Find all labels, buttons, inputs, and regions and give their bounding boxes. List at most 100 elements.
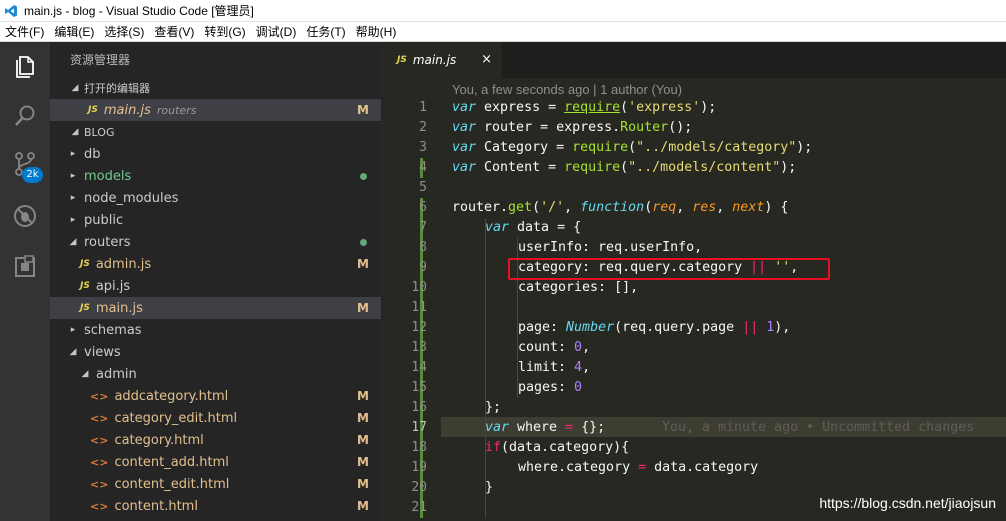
- menu-tasks[interactable]: 任务(T): [301, 22, 350, 42]
- code-line-7[interactable]: var data = {: [485, 218, 581, 238]
- html-file-icon: <>: [90, 455, 109, 469]
- extensions-icon[interactable]: [11, 253, 39, 281]
- tree-file-addcategory-html[interactable]: <> addcategory.html M: [50, 385, 381, 407]
- line-number: 15: [411, 380, 427, 395]
- code-line-13[interactable]: count: 0,: [518, 338, 590, 358]
- code-line-4[interactable]: var Content = require("../models/content…: [452, 158, 796, 178]
- code-line-17[interactable]: var where = {};: [485, 418, 605, 438]
- line-number: 20: [411, 480, 427, 495]
- code-line-12[interactable]: page: Number(req.query.page || 1),: [518, 318, 790, 338]
- code-line-18[interactable]: if(data.category){: [485, 438, 629, 458]
- chevron-right-icon: ▸: [70, 325, 76, 335]
- line-number: 5: [419, 180, 427, 195]
- menu-file[interactable]: 文件(F): [0, 22, 49, 42]
- code-line-6[interactable]: router.get('/', function(req, res, next)…: [452, 198, 788, 218]
- chevron-down-icon: ◢: [69, 347, 77, 357]
- modified-dot: [360, 172, 367, 180]
- code-line-10[interactable]: categories: [],: [518, 278, 638, 298]
- html-file-icon: <>: [90, 411, 109, 425]
- menu-go[interactable]: 转到(G): [199, 22, 250, 42]
- tree-file-content-edit-html[interactable]: <> content_edit.html M: [50, 473, 381, 495]
- tree-file-content-html[interactable]: <> content.html M: [50, 495, 381, 517]
- code-line-14[interactable]: limit: 4,: [518, 358, 590, 378]
- title-bar: main.js - blog - Visual Studio Code [管理员…: [0, 0, 1006, 22]
- tree-folder-admin[interactable]: ◢ admin: [50, 363, 381, 385]
- chevron-right-icon: ▸: [70, 149, 76, 159]
- inline-git-blame: You, a minute ago • Uncommitted changes: [662, 420, 975, 435]
- chevron-right-icon: ▸: [70, 171, 76, 181]
- git-blame-header[interactable]: You, a few seconds ago | 1 author (You): [452, 82, 682, 97]
- open-editors-section[interactable]: ◢ 打开的编辑器: [50, 77, 381, 99]
- line-number: 13: [411, 340, 427, 355]
- modified-dot: [360, 238, 367, 246]
- tree-file-content-add-html[interactable]: <> content_add.html M: [50, 451, 381, 473]
- js-file-icon: JS: [397, 55, 407, 65]
- open-editor-main-js[interactable]: JS main.js routers M: [50, 99, 381, 121]
- tree-folder-routers[interactable]: ◢ routers: [50, 231, 381, 253]
- line-number: 4: [419, 160, 427, 175]
- close-icon[interactable]: ×: [481, 52, 492, 67]
- menu-debug[interactable]: 调试(D): [251, 22, 302, 42]
- code-line-20[interactable]: }: [485, 478, 493, 498]
- html-file-icon: <>: [90, 477, 109, 491]
- code-line-15[interactable]: pages: 0: [518, 378, 582, 398]
- tree-folder-views[interactable]: ◢ views: [50, 341, 381, 363]
- line-number: 2: [419, 120, 427, 135]
- explorer-sidebar: 资源管理器 ◢ 打开的编辑器 JS main.js routers M ◢ BL…: [50, 42, 381, 521]
- code-line-1[interactable]: var express = require('express');: [452, 98, 716, 118]
- menu-view[interactable]: 查看(V): [149, 22, 199, 42]
- line-number: 16: [411, 400, 427, 415]
- js-file-icon: JS: [88, 105, 98, 115]
- tree-folder-schemas[interactable]: ▸ schemas: [50, 319, 381, 341]
- line-number: 3: [419, 140, 427, 155]
- indent-guide: [485, 218, 486, 518]
- tree-file-category-html[interactable]: <> category.html M: [50, 429, 381, 451]
- chevron-right-icon: ▸: [70, 193, 76, 203]
- tree-file-admin-js[interactable]: JS admin.js M: [50, 253, 381, 275]
- line-number: 8: [419, 240, 427, 255]
- tree-file-api-js[interactable]: JS api.js: [50, 275, 381, 297]
- debug-icon[interactable]: [11, 202, 39, 230]
- js-file-icon: JS: [80, 281, 90, 291]
- tab-main-js[interactable]: JS main.js ×: [381, 42, 502, 78]
- line-number: 10: [411, 280, 427, 295]
- line-number: 6: [419, 200, 427, 215]
- code-line-16[interactable]: };: [485, 398, 501, 418]
- activity-bar: 2k: [0, 42, 50, 521]
- code-line-3[interactable]: var Category = require("../models/catego…: [452, 138, 812, 158]
- annotation-highlight-box: [508, 258, 830, 280]
- tree-folder-node-modules[interactable]: ▸ node_modules: [50, 187, 381, 209]
- js-file-icon: JS: [80, 259, 90, 269]
- line-number: 18: [411, 440, 427, 455]
- tree-folder-public[interactable]: ▸ public: [50, 209, 381, 231]
- line-number: 12: [411, 320, 427, 335]
- html-file-icon: <>: [90, 433, 109, 447]
- chevron-down-icon: ◢: [69, 237, 77, 247]
- tree-folder-db[interactable]: ▸ db: [50, 143, 381, 165]
- tree-file-main-js[interactable]: JS main.js M: [50, 297, 381, 319]
- menu-edit[interactable]: 编辑(E): [49, 22, 99, 42]
- tree-folder-models[interactable]: ▸ models: [50, 165, 381, 187]
- project-section[interactable]: ◢ BLOG: [50, 121, 381, 143]
- source-control-badge: 2k: [22, 167, 43, 183]
- code-editor[interactable]: JS main.js × You, a few seconds ago | 1 …: [381, 42, 1006, 521]
- explorer-icon[interactable]: [11, 52, 39, 80]
- menu-help[interactable]: 帮助(H): [351, 22, 402, 42]
- watermark: https://blog.csdn.net/jiaojsun: [819, 495, 996, 511]
- vscode-logo-icon: [5, 4, 17, 17]
- line-number: 21: [411, 500, 427, 515]
- menu-selection[interactable]: 选择(S): [99, 22, 149, 42]
- code-line-19[interactable]: where.category = data.category: [518, 458, 758, 478]
- line-number: 1: [419, 100, 427, 115]
- html-file-icon: <>: [90, 499, 109, 513]
- chevron-down-icon: ◢: [71, 83, 79, 93]
- search-icon[interactable]: [11, 102, 39, 130]
- code-line-8[interactable]: userInfo: req.userInfo,: [518, 238, 702, 258]
- chevron-down-icon: ◢: [71, 127, 79, 137]
- tree-file-category-edit-html[interactable]: <> category_edit.html M: [50, 407, 381, 429]
- line-number: 11: [411, 300, 427, 315]
- code-line-2[interactable]: var router = express.Router();: [452, 118, 692, 138]
- window-title: main.js - blog - Visual Studio Code [管理员…: [24, 4, 254, 18]
- editor-tab-bar: JS main.js ×: [381, 42, 1006, 78]
- line-number: 9: [419, 260, 427, 275]
